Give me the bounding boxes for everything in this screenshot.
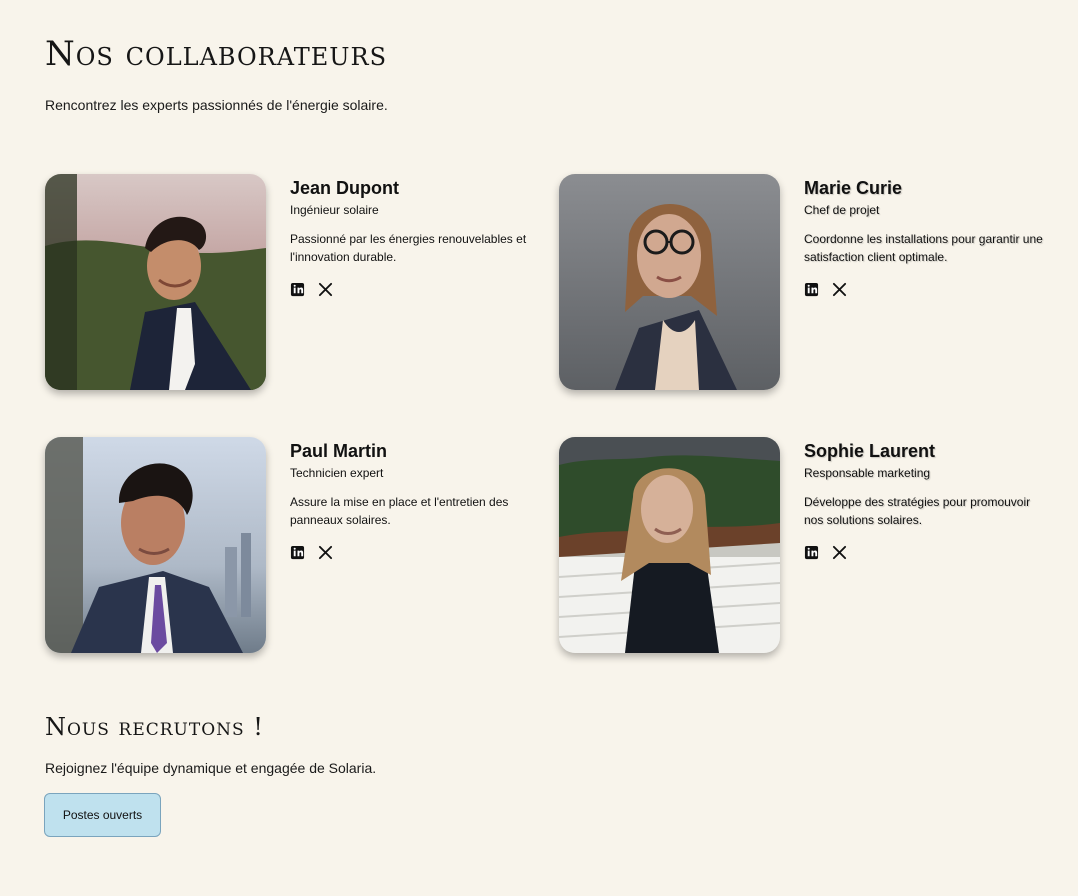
team-member-role: Ingénieur solaire — [290, 203, 379, 217]
profile-photo — [559, 174, 780, 390]
linkedin-icon[interactable] — [290, 282, 305, 297]
social-links — [290, 545, 530, 560]
x-icon[interactable] — [832, 545, 847, 560]
social-links — [804, 545, 1044, 560]
team-member-bio: Développe des stratégies pour promouvoir… — [804, 495, 1031, 527]
team-member-bio: Assure la mise en place et l'entretien d… — [290, 495, 509, 527]
x-icon[interactable] — [832, 282, 847, 297]
linkedin-icon[interactable] — [804, 545, 819, 560]
team-member-info: Jean Dupont Ingénieur solaire Passionné … — [290, 174, 530, 297]
team-card: Sophie Laurent Responsable marketing Dév… — [559, 437, 1044, 653]
team-card: Marie Curie Chef de projet Coordonne les… — [559, 174, 1044, 390]
profile-photo — [45, 437, 266, 653]
team-card: Jean Dupont Ingénieur solaire Passionné … — [45, 174, 530, 390]
team-member-name: Jean Dupont — [290, 178, 400, 198]
recruitment-title: Nous recrutons ! — [45, 713, 264, 741]
team-member-info: Paul Martin Technicien expert Assure la … — [290, 437, 530, 560]
team-member-bio: Coordonne les installations pour garanti… — [804, 232, 1043, 264]
social-links — [804, 282, 1044, 297]
team-member-role: Responsable marketing — [804, 466, 931, 480]
x-icon[interactable] — [318, 282, 333, 297]
linkedin-icon[interactable] — [804, 282, 819, 297]
team-member-name: Sophie Laurent — [804, 441, 936, 461]
team-member-bio: Passionné par les énergies renouvelables… — [290, 232, 527, 264]
linkedin-icon[interactable] — [290, 545, 305, 560]
open-positions-button[interactable]: Postes ouverts — [44, 793, 161, 837]
x-icon[interactable] — [318, 545, 333, 560]
team-member-role: Technicien expert — [290, 466, 384, 480]
page-title: Nos collaborateurs — [45, 34, 388, 74]
team-page: Nos collaborateurs Rencontrez les expert… — [0, 0, 1078, 896]
team-member-role: Chef de projet — [804, 203, 880, 217]
team-member-name: Marie Curie — [804, 178, 903, 198]
social-links — [290, 282, 530, 297]
team-member-info: Sophie Laurent Responsable marketing Dév… — [804, 437, 1044, 560]
team-member-name: Paul Martin — [290, 441, 388, 461]
recruitment-text: Rejoignez l'équipe dynamique et engagée … — [45, 760, 377, 776]
profile-photo — [45, 174, 266, 390]
profile-photo — [559, 437, 780, 653]
team-member-info: Marie Curie Chef de projet Coordonne les… — [804, 174, 1044, 297]
page-intro: Rencontrez les experts passionnés de l'é… — [45, 97, 388, 113]
team-card: Paul Martin Technicien expert Assure la … — [45, 437, 530, 653]
